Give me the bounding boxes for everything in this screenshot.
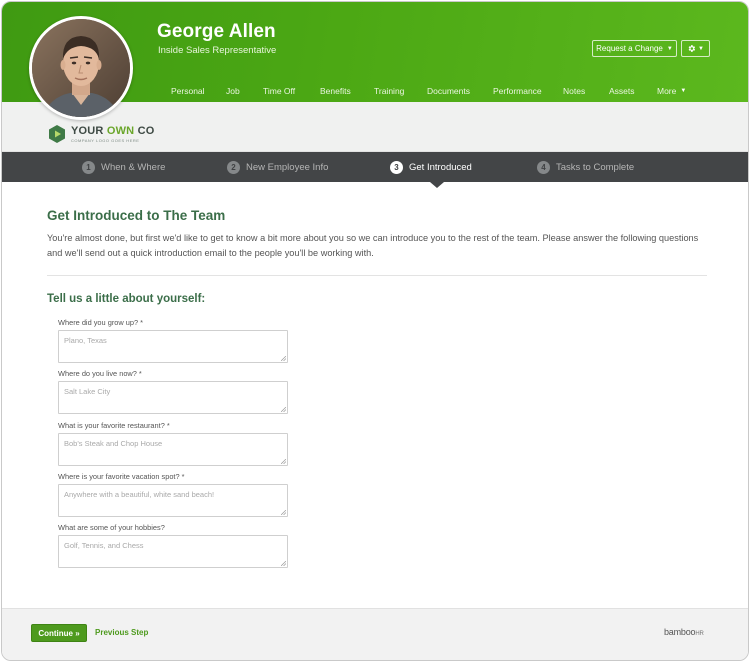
step-label: Tasks to Complete	[556, 162, 635, 173]
field-favorite-restaurant: What is your favorite restaurant? *	[58, 421, 288, 466]
step-number: 3	[390, 161, 403, 174]
field-label: What is your favorite restaurant? *	[58, 421, 170, 430]
nav-benefits[interactable]: Benefits	[320, 86, 351, 96]
previous-step-link[interactable]: Previous Step	[95, 628, 148, 637]
form-footer: Continue » Previous Step bambooHR	[2, 608, 748, 660]
nav-training[interactable]: Training	[374, 86, 404, 96]
bamboohr-logo: bambooHR	[664, 627, 704, 637]
nav-job[interactable]: Job	[226, 86, 240, 96]
chevron-down-icon: ▼	[698, 45, 704, 52]
resize-handle-icon[interactable]	[281, 459, 286, 464]
step-number: 2	[227, 161, 240, 174]
step-get-introduced[interactable]: 3 Get Introduced	[390, 161, 472, 174]
step-tasks-to-complete[interactable]: 4 Tasks to Complete	[537, 161, 634, 174]
company-tagline: COMPANY LOGO GOES HERE	[71, 137, 140, 143]
nav-more[interactable]: More ▼	[657, 86, 686, 96]
grew-up-input[interactable]	[59, 331, 287, 362]
company-name: YOUR OWN CO	[71, 124, 155, 137]
app-frame: George Allen Inside Sales Representative…	[1, 1, 749, 661]
nav-more-label: More	[657, 86, 677, 96]
nav-performance[interactable]: Performance	[493, 86, 542, 96]
nav-personal[interactable]: Personal	[171, 86, 205, 96]
nav-documents[interactable]: Documents	[427, 86, 470, 96]
resize-handle-icon[interactable]	[281, 356, 286, 361]
field-label: Where did you grow up? *	[58, 318, 144, 327]
nav-time-off[interactable]: Time Off	[263, 86, 295, 96]
step-label: Get Introduced	[409, 162, 472, 173]
field-vacation-spot: Where is your favorite vacation spot? *	[58, 472, 288, 517]
company-band: YOUR OWN CO COMPANY LOGO GOES HERE	[2, 102, 748, 152]
active-step-pointer	[430, 182, 444, 188]
page-title: Get Introduced to The Team	[47, 208, 226, 223]
hobbies-input[interactable]	[59, 536, 287, 567]
employee-name: George Allen	[157, 21, 276, 42]
divider	[47, 275, 707, 276]
intro-line-2: and we'll send out a quick introduction …	[47, 247, 374, 258]
field-grew-up: Where did you grow up? *	[58, 318, 288, 363]
step-label: When & Where	[101, 162, 166, 173]
step-when-where[interactable]: 1 When & Where	[82, 161, 165, 174]
nav-assets[interactable]: Assets	[609, 86, 635, 96]
chevron-down-icon: ▼	[666, 45, 673, 52]
field-label: Where is your favorite vacation spot? *	[58, 472, 185, 481]
favorite-restaurant-input[interactable]	[59, 434, 287, 465]
field-label: Where do you live now? *	[58, 369, 142, 378]
resize-handle-icon[interactable]	[281, 407, 286, 412]
field-live-now: Where do you live now? *	[58, 369, 288, 414]
company-logo: YOUR OWN CO COMPANY LOGO GOES HERE	[47, 124, 154, 144]
live-now-input[interactable]	[59, 382, 287, 413]
resize-handle-icon[interactable]	[281, 561, 286, 566]
vacation-spot-input[interactable]	[59, 485, 287, 516]
section-title: Tell us a little about yourself:	[47, 293, 206, 305]
employee-title: Inside Sales Representative	[158, 45, 277, 56]
intro-line-1: You're almost done, but first we'd like …	[47, 233, 699, 243]
continue-button[interactable]: Continue »	[31, 624, 87, 642]
employee-avatar	[29, 16, 133, 120]
field-hobbies: What are some of your hobbies?	[58, 523, 288, 568]
settings-menu-button[interactable]: ▼	[681, 40, 710, 57]
intro-text: You're almost done, but first we'd like …	[47, 231, 709, 260]
step-new-employee-info[interactable]: 2 New Employee Info	[227, 161, 328, 174]
step-label: New Employee Info	[246, 162, 329, 173]
resize-handle-icon[interactable]	[281, 510, 286, 515]
nav-notes[interactable]: Notes	[563, 86, 585, 96]
step-number: 1	[82, 161, 95, 174]
onboarding-steps: 1 When & Where 2 New Employee Info 3 Get…	[2, 152, 748, 182]
field-label: What are some of your hobbies?	[58, 523, 165, 532]
step-number: 4	[537, 161, 550, 174]
chevron-down-icon: ▼	[680, 88, 687, 94]
request-change-label: Request a Change	[596, 44, 663, 53]
gear-icon	[687, 44, 696, 53]
request-change-button[interactable]: Request a Change ▼	[592, 40, 677, 57]
company-logo-icon	[49, 125, 65, 143]
